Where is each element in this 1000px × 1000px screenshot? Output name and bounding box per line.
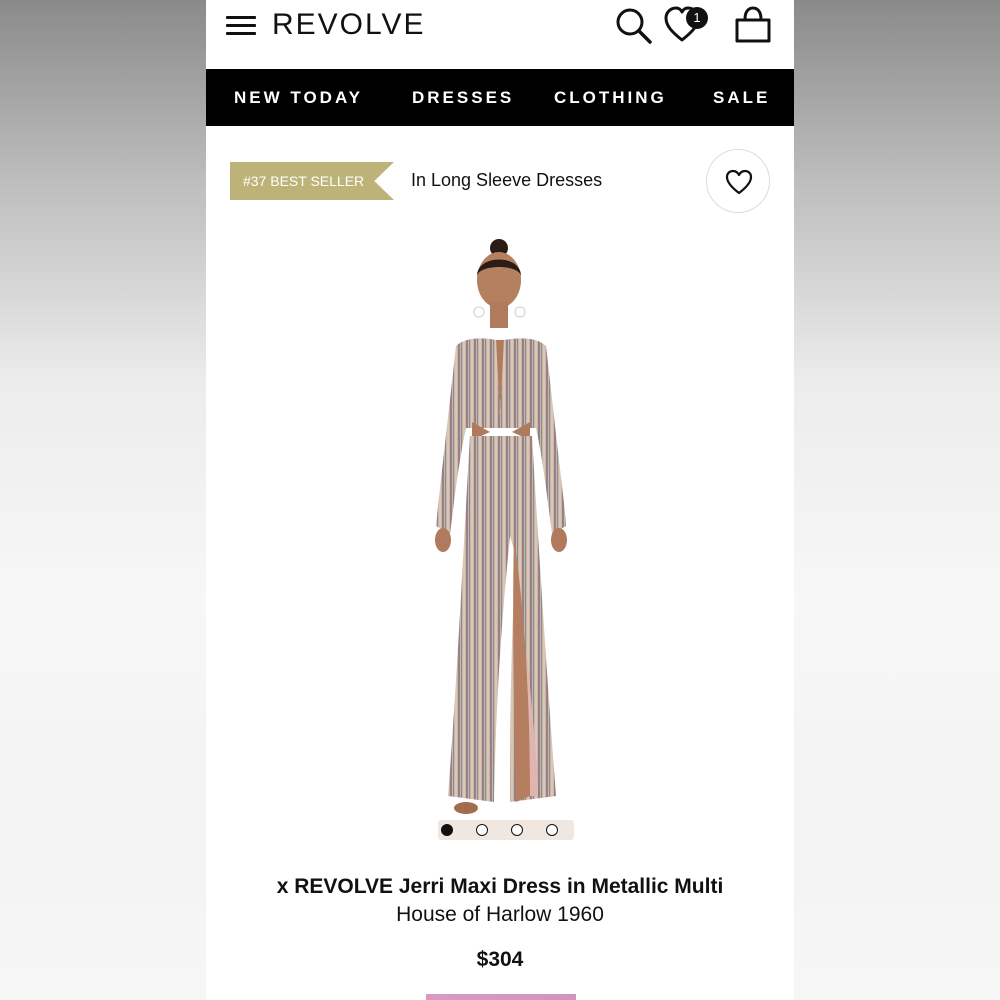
wishlist-count-badge: 1 — [686, 7, 708, 29]
blurred-background-right — [794, 0, 1000, 1000]
nav-item-clothing[interactable]: CLOTHING — [554, 88, 667, 108]
product-image[interactable] — [386, 236, 616, 842]
nav-item-dresses[interactable]: DRESSES — [412, 88, 514, 108]
carousel-dot-4[interactable] — [546, 824, 558, 836]
carousel-dot-1[interactable] — [441, 824, 453, 836]
blurred-background-left — [0, 0, 206, 1000]
cutoff-link-text — [426, 994, 576, 1000]
shopping-bag-icon[interactable] — [733, 5, 773, 45]
add-to-wishlist-button[interactable] — [706, 149, 770, 213]
nav-item-sale[interactable]: SALE — [713, 88, 770, 108]
category-nav: NEW TODAY DRESSES CLOTHING SALE — [206, 69, 794, 126]
product-price: $304 — [476, 948, 524, 971]
bestseller-badge: #37 BEST SELLER — [230, 162, 394, 200]
carousel-dot-2[interactable] — [476, 824, 488, 836]
phone-screen: REVOLVE 1 NEW TODAY DRESSES CLOTHING SAL… — [206, 0, 794, 1000]
carousel-dot-3[interactable] — [511, 824, 523, 836]
site-logo[interactable]: REVOLVE — [272, 8, 426, 42]
bestseller-category-link[interactable]: In Long Sleeve Dresses — [411, 170, 602, 191]
nav-item-new-today[interactable]: NEW TODAY — [234, 88, 363, 108]
image-carousel-dots — [438, 820, 574, 840]
heart-outline-icon — [725, 169, 753, 195]
search-icon[interactable] — [614, 6, 654, 46]
product-title: x REVOLVE Jerri Maxi Dress in Metallic M… — [276, 875, 724, 898]
product-brand-link[interactable]: House of Harlow 1960 — [206, 903, 794, 927]
top-header: REVOLVE 1 — [206, 0, 794, 70]
hamburger-menu-icon[interactable] — [226, 16, 256, 36]
